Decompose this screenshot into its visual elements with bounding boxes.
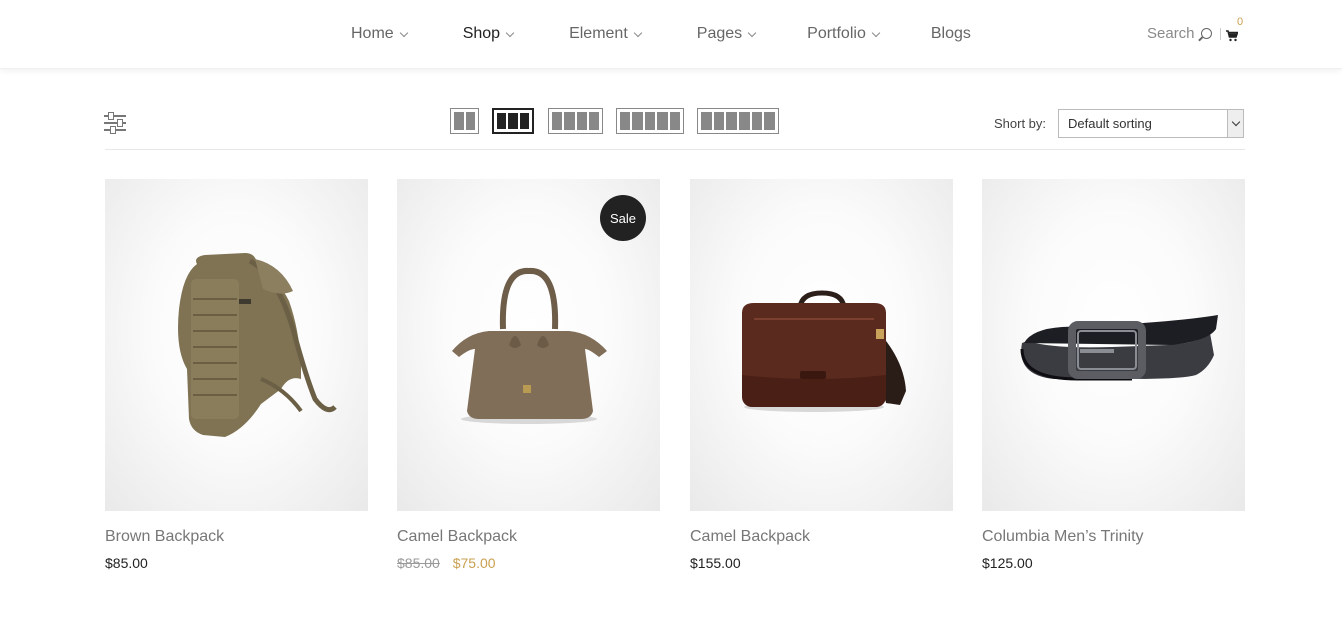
product-image[interactable] <box>690 179 953 511</box>
product-price: $155.00 <box>690 555 953 571</box>
cart-icon[interactable] <box>1226 30 1238 42</box>
sort-selected-value: Default sorting <box>1068 116 1152 131</box>
product-name[interactable]: Camel Backpack <box>690 528 953 546</box>
grid-4-columns-button[interactable] <box>548 108 603 134</box>
product-name[interactable]: Camel Backpack <box>397 528 660 546</box>
toolbar-divider <box>105 149 1245 150</box>
search-label: Search <box>1147 25 1195 42</box>
product-price: $85.00 $75.00 <box>397 555 660 571</box>
chevron-down-icon <box>871 28 881 37</box>
chevron-down-icon <box>399 28 408 37</box>
divider <box>1219 27 1221 40</box>
nav-pages-label: Pages <box>696 25 743 42</box>
product-image[interactable] <box>982 179 1245 511</box>
grid-6-columns-button[interactable] <box>697 108 779 134</box>
cart-count-badge: 0 <box>1237 16 1244 28</box>
nav-element-label: Element <box>569 25 628 42</box>
product-card: Camel Backpack $155.00 <box>690 179 953 571</box>
main-nav: Home Shop Element Pages Portfolio Blogs <box>351 0 971 68</box>
grid-2-columns-button[interactable] <box>450 108 479 134</box>
nav-shop-label: Shop <box>462 25 501 42</box>
product-card: Brown Backpack $85.00 <box>105 179 368 571</box>
search-toggle[interactable]: Search <box>1147 25 1221 42</box>
product-image[interactable] <box>105 179 368 511</box>
sale-badge: Sale <box>600 195 646 241</box>
price-value: $155.00 <box>690 555 741 571</box>
nav-home-label: Home <box>351 25 394 42</box>
grid-3-columns-button[interactable] <box>492 108 534 134</box>
sort-label: Short by: <box>994 116 1047 131</box>
product-card: Columbia Men’s Trinity $125.00 <box>982 179 1245 571</box>
nav-blogs[interactable]: Blogs <box>931 25 971 43</box>
site-header: Home Shop Element Pages Portfolio Blogs … <box>0 0 1342 69</box>
nav-shop[interactable]: Shop <box>462 25 515 43</box>
nav-portfolio[interactable]: Portfolio <box>807 25 881 43</box>
sale-price: $75.00 <box>452 555 496 571</box>
price-value: $125.00 <box>982 555 1033 571</box>
nav-blogs-label: Blogs <box>930 25 971 42</box>
nav-pages[interactable]: Pages <box>696 25 757 43</box>
product-price: $85.00 <box>105 555 368 571</box>
nav-portfolio-label: Portfolio <box>807 25 866 42</box>
product-name[interactable]: Columbia Men’s Trinity <box>982 528 1245 546</box>
backpack-image <box>178 253 337 437</box>
product-name[interactable]: Brown Backpack <box>105 528 368 546</box>
sort-select[interactable]: Default sorting <box>1058 109 1244 138</box>
search-icon <box>1200 28 1212 39</box>
price-value: $85.00 <box>105 555 148 571</box>
chevron-down-icon <box>633 28 643 37</box>
grid-5-columns-button[interactable] <box>616 108 684 134</box>
product-price: $125.00 <box>982 555 1245 571</box>
product-card: Sale Camel Backpack $85.00 $75.00 <box>397 179 660 571</box>
sliders-icon[interactable] <box>104 112 126 134</box>
product-image[interactable]: Sale <box>397 179 660 511</box>
belt-image <box>1020 315 1218 381</box>
old-price: $85.00 <box>397 555 440 571</box>
messenger-bag-image <box>742 290 906 412</box>
chevron-down-icon <box>1227 110 1243 137</box>
chevron-down-icon <box>505 28 515 37</box>
chevron-down-icon <box>747 28 757 37</box>
nav-home[interactable]: Home <box>351 25 408 43</box>
nav-element[interactable]: Element <box>569 25 643 43</box>
